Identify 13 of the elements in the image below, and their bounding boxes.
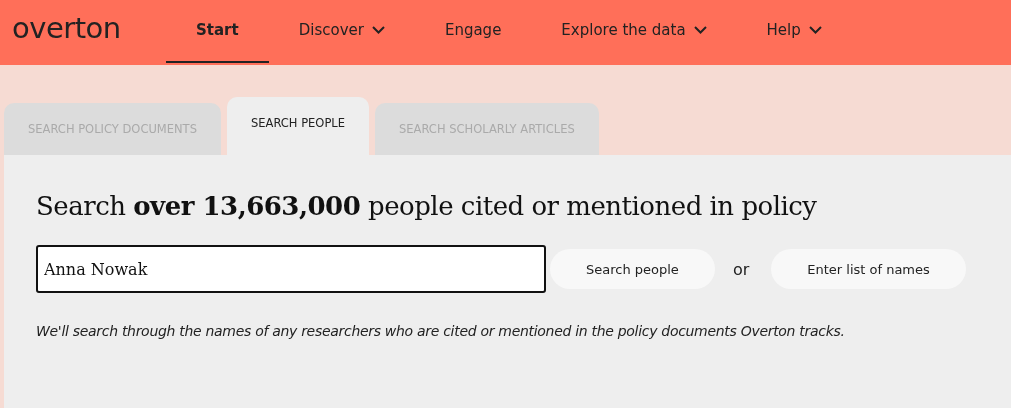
nav-link[interactable]: Help [736, 0, 852, 63]
nav-link[interactable]: Start [166, 0, 269, 63]
search-tab[interactable]: SEARCH PEOPLE [226, 97, 369, 155]
name-search-field[interactable]: Anna Nowak [36, 245, 546, 293]
heading: Search over 13,663,000 people cited or mentioned in policy [36, 191, 818, 221]
nav-link[interactable]: Engage [414, 0, 532, 63]
enter-list-button[interactable]: Enter list of names [771, 249, 966, 289]
nav-link[interactable]: Explore the data [531, 0, 737, 63]
nav-link[interactable]: Discover [268, 0, 415, 63]
search-note: We'll search through the names of any researchers who are cited or mentioned in the policy documents Overton tracks. [36, 323, 846, 339]
search-people-button[interactable]: Search people [550, 249, 715, 289]
or-label: or [732, 259, 750, 279]
logo[interactable]: overton [12, 10, 166, 45]
